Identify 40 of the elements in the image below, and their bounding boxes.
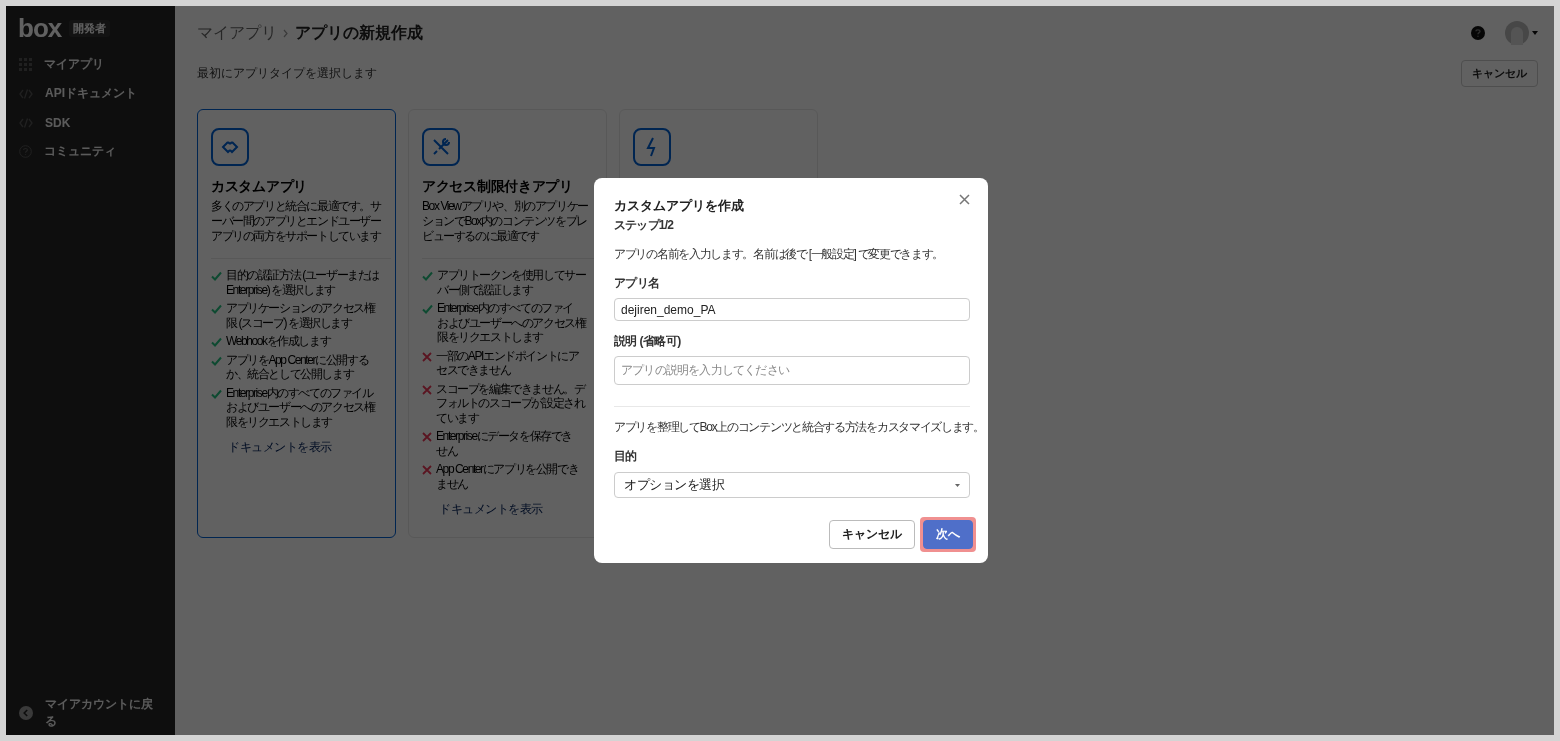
feature-text: Webhookを作成します <box>226 334 331 349</box>
dialog-title: カスタムアプリを作成 <box>614 197 744 215</box>
sidebar-item[interactable]: SDK <box>6 108 175 137</box>
sidebar-item[interactable]: コミュニティ <box>6 137 175 166</box>
sidebar-item[interactable]: APIドキュメント <box>6 79 175 108</box>
instruction-text: アプリを整理してBox上のコンテンツと統合する方法をカスタマイズします。 <box>614 419 984 436</box>
back-link[interactable]: マイアカウントに戻る <box>6 698 175 727</box>
feature-text: App Centerにアプリを公開でき ません <box>436 462 579 491</box>
cancel-button[interactable]: キャンセル <box>829 520 915 549</box>
instruction-text: アプリの名前を入力します。名前は後で [一般設定] で変更できます。 <box>614 246 944 263</box>
feature-text: アプリをApp Centerに公開する か、統合として公開します <box>226 352 369 382</box>
card-description: Box Viewアプリや、別のアプリケー ションでBox内のコンテンツをプレ ビューするのに最適です <box>422 199 588 244</box>
subtitle: 最初にアプリタイプを選択します <box>197 65 377 82</box>
cancel-button[interactable]: キャンセル <box>1461 60 1538 87</box>
feature-text: Enterprise内のすべてのファイ およびユーザーへのアクセス権 限をリクエストします <box>437 301 586 345</box>
app-name-field[interactable]: dejiren_demo_PA <box>614 298 970 321</box>
documentation-link[interactable]: ドキュメントを表示 <box>228 439 332 456</box>
sidebar-item[interactable]: マイアプリ <box>6 50 175 79</box>
feature-text: Enterprise内のすべてのファイル およびユーザーへのアクセス権 限をリクエストします <box>226 385 375 429</box>
field-label: 説明 (省略可) <box>614 333 682 350</box>
feature-text: 目的の認証方法 (ユーザーまたは Enterprise) を選択します <box>226 268 379 297</box>
card-title: カスタムアプリ <box>211 178 308 196</box>
field-label: アプリ名 <box>614 275 661 292</box>
feature-text: 一部のAPIエンドポイントにア セスできません <box>436 348 579 378</box>
card-title: アクセス制限付きアプリ <box>422 178 574 196</box>
documentation-link[interactable]: ドキュメントを表示 <box>439 501 543 518</box>
feature-text: アプリケーションのアクセス権 限 (スコープ) を選択します <box>226 301 375 330</box>
page-title: アプリの新規作成 <box>295 22 423 43</box>
feature-text: スコープを編集できません。デ フォルトのスコープが設定され ています <box>436 381 585 425</box>
feature-text: Enterpriseにデータを保存でき せん <box>436 429 573 458</box>
developer-badge: 開発者 <box>69 19 111 37</box>
field-label: 目的 <box>614 448 638 465</box>
purpose-dropdown[interactable]: オプションを選択 <box>614 472 970 498</box>
description-field[interactable]: アプリの説明を入力してください <box>614 356 970 385</box>
card-description: 多くのアプリと統合に最適です。サ ーバー間のアプリとエンドユーザー アプリの両方をサポートしています <box>211 199 381 244</box>
breadcrumb-link[interactable]: マイアプリ <box>197 22 277 44</box>
next-button[interactable]: 次へ <box>923 520 973 549</box>
feature-text: アプリトークンを使用してサー バー側で認証します <box>437 268 586 297</box>
logo[interactable]: box <box>18 16 62 40</box>
step-indicator: ステップ1/2 <box>614 217 675 234</box>
